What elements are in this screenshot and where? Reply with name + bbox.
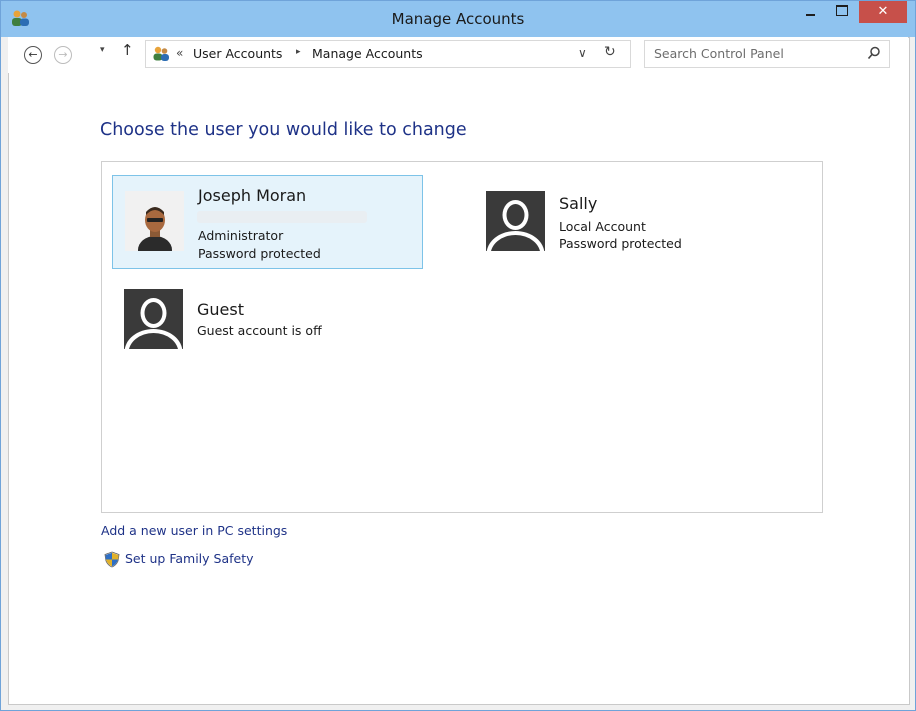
person-photo-icon <box>125 191 184 251</box>
up-arrow-icon[interactable]: ↑ <box>121 41 134 59</box>
users-icon <box>153 46 169 61</box>
search-input[interactable]: Search Control Panel <box>644 40 890 68</box>
search-placeholder: Search Control Panel <box>654 46 784 61</box>
breadcrumb-user-accounts[interactable]: User Accounts <box>193 46 282 61</box>
accounts-panel: Joseph Moran Administrator Password prot… <box>101 161 823 513</box>
breadcrumb-manage-accounts[interactable]: Manage Accounts <box>312 46 423 61</box>
redacted-email <box>197 211 367 223</box>
back-arrow-icon[interactable]: ← <box>24 46 42 64</box>
shield-icon <box>104 551 120 568</box>
search-icon[interactable] <box>867 46 881 60</box>
address-dropdown-icon[interactable]: ∨ <box>578 46 587 60</box>
default-user-avatar <box>124 289 183 349</box>
maximize-icon[interactable] <box>828 1 856 23</box>
refresh-icon[interactable]: ↻ <box>604 44 616 60</box>
default-user-icon <box>124 289 183 349</box>
account-name: Guest <box>197 300 244 319</box>
page-title: Choose the user you would like to change <box>100 120 467 140</box>
close-icon[interactable]: ✕ <box>859 1 907 23</box>
breadcrumb-separator-icon[interactable]: ▸ <box>296 47 301 57</box>
account-tile-joseph-moran[interactable]: Joseph Moran Administrator Password prot… <box>112 175 423 269</box>
account-tile-guest[interactable]: Guest Guest account is off <box>112 274 412 364</box>
recent-locations-chevron-icon[interactable]: ▾ <box>100 45 105 55</box>
account-name: Sally <box>559 194 598 213</box>
family-safety-link[interactable]: Set up Family Safety <box>125 551 254 566</box>
account-tile-sally[interactable]: Sally Local Account Password protected <box>474 176 774 266</box>
account-type: Local Account <box>559 219 646 234</box>
default-user-icon <box>486 191 545 251</box>
forward-arrow-icon[interactable]: → <box>54 46 72 64</box>
account-password-status: Password protected <box>198 246 321 261</box>
minimize-icon[interactable] <box>796 1 824 23</box>
address-bar[interactable]: « User Accounts ▸ Manage Accounts ∨ ↻ <box>145 40 631 68</box>
breadcrumb-overflow-icon[interactable]: « <box>176 46 183 60</box>
add-new-user-link[interactable]: Add a new user in PC settings <box>101 523 287 538</box>
window-title: Manage Accounts <box>391 10 525 28</box>
photo-avatar <box>125 191 184 251</box>
account-role: Administrator <box>198 228 284 243</box>
account-password-status: Password protected <box>559 236 682 251</box>
title-bar[interactable]: Manage Accounts ✕ <box>1 1 915 37</box>
account-status: Guest account is off <box>197 323 322 338</box>
default-user-avatar <box>486 191 545 251</box>
navigation-bar: ← → ▾ ↑ « User Accounts ▸ Manage Account… <box>8 37 908 73</box>
manage-accounts-window: Manage Accounts ✕ ← → ▾ ↑ « User Account… <box>0 0 916 711</box>
account-name: Joseph Moran <box>198 186 307 205</box>
